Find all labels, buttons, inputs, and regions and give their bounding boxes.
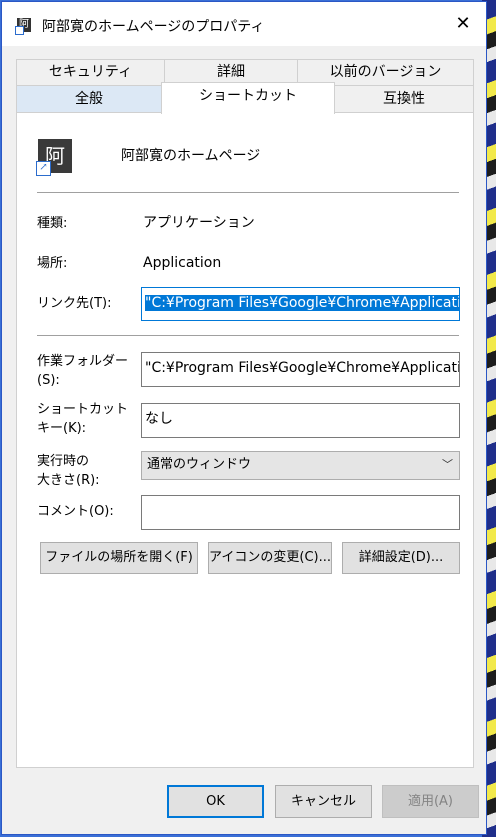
tab-general[interactable]: 全般 xyxy=(16,85,162,113)
window-title: 阿部寛のホームページのプロパティ xyxy=(42,19,265,35)
tab-shortcut[interactable]: ショートカット xyxy=(161,82,335,114)
shortcut-app-icon: 阿 xyxy=(15,18,31,35)
target-selected-text: "C:¥Program Files¥Google¥Chrome¥Applicat… xyxy=(145,295,459,311)
hotkey-label: ショートカット キー(K): xyxy=(37,402,129,436)
change-icon-button[interactable]: アイコンの変更(C)... xyxy=(208,542,332,574)
run-dropdown-value: 通常のウィンドウ xyxy=(147,457,252,472)
shortcut-name: 阿部寛のホームページ xyxy=(121,148,261,164)
cancel-button[interactable]: キャンセル xyxy=(275,785,372,818)
separator xyxy=(37,335,459,336)
run-dropdown[interactable]: 通常のウィンドウ ﹀ xyxy=(141,451,460,480)
app-icon: 阿 ↗ xyxy=(36,139,72,176)
properties-dialog: 阿 阿部寛のホームページのプロパティ ✕ セキュリティ 詳細 以前のバージョン … xyxy=(1,1,487,835)
chevron-down-icon: ﹀ xyxy=(442,458,453,471)
hotkey-input[interactable]: なし xyxy=(141,403,460,438)
location-label: 場所: xyxy=(37,256,68,271)
tab-security[interactable]: セキュリティ xyxy=(16,59,165,85)
target-label: リンク先(T): xyxy=(37,296,112,311)
shortcut-arrow-icon xyxy=(15,26,24,35)
title-bar: 阿 阿部寛のホームページのプロパティ ✕ xyxy=(2,2,486,46)
advanced-button[interactable]: 詳細設定(D)... xyxy=(342,542,460,574)
shortcut-panel xyxy=(16,112,474,768)
startin-label: 作業フォルダー (S): xyxy=(37,354,129,388)
target-input[interactable]: "C:¥Program Files¥Google¥Chrome¥Applicat… xyxy=(141,287,460,321)
comment-label: コメント(O): xyxy=(37,504,114,519)
close-button[interactable]: ✕ xyxy=(440,2,486,46)
startin-input[interactable]: "C:¥Program Files¥Google¥Chrome¥Applicat… xyxy=(141,352,460,387)
tab-compatibility[interactable]: 互換性 xyxy=(334,85,474,113)
run-label: 実行時の 大きさ(R): xyxy=(37,454,100,488)
type-value: アプリケーション xyxy=(143,215,255,231)
apply-button[interactable]: 適用(A) xyxy=(382,785,479,818)
ok-button[interactable]: OK xyxy=(167,785,264,818)
open-file-location-button[interactable]: ファイルの場所を開く(F) xyxy=(40,542,198,574)
comment-input[interactable] xyxy=(141,495,460,530)
type-label: 種類: xyxy=(37,216,68,231)
separator xyxy=(37,192,459,193)
shortcut-arrow-icon: ↗ xyxy=(36,161,51,176)
location-value: Application xyxy=(143,255,222,271)
